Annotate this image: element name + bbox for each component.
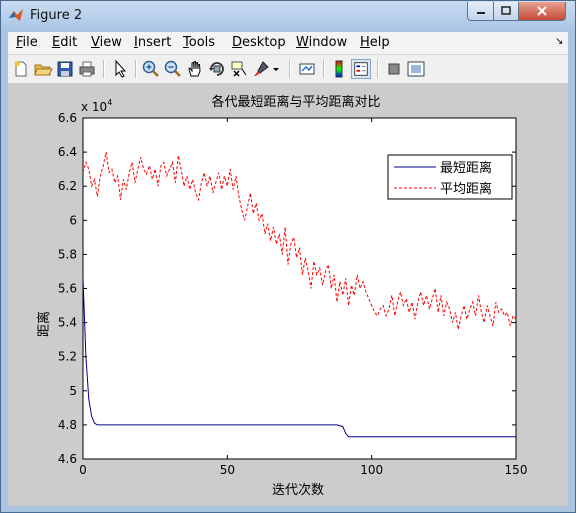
y-tick-label: 6: [69, 213, 77, 227]
menu-file[interactable]: File: [16, 35, 38, 50]
new-figure-icon[interactable]: [11, 59, 31, 79]
menu-insert-rest: nsert: [137, 35, 172, 50]
close-icon: [537, 6, 547, 16]
menu-edit-mnemonic: E: [52, 35, 61, 50]
menu-help-rest: elp: [369, 35, 390, 50]
y-tick-label: 6.6: [58, 111, 77, 125]
figure-client-area: File Edit View Insert Tools Desktop Wind…: [8, 32, 568, 506]
exponent-base: x 10: [81, 100, 107, 114]
open-file-icon[interactable]: [33, 59, 53, 79]
x-tick-label: 0: [79, 463, 87, 477]
menu-window-rest: indow: [308, 35, 348, 50]
exponent-power: 4: [107, 98, 112, 107]
chart-title: 各代最短距离与平均距离对比: [211, 94, 380, 110]
rotate-3d-icon[interactable]: [207, 59, 227, 79]
toolbar-separator: [135, 60, 137, 78]
menu-desktop-mnemonic: D: [232, 35, 243, 50]
maximize-button[interactable]: [493, 2, 519, 21]
y-tick-label: 4.6: [58, 452, 77, 466]
y-tick-label: 5.4: [58, 316, 77, 330]
colorbar-icon[interactable]: [329, 59, 349, 79]
toolbar-separator: [377, 60, 379, 78]
menu-help[interactable]: Help: [360, 35, 390, 50]
figure-toolbar: [8, 55, 568, 84]
x-tick-label: 150: [505, 463, 528, 477]
pan-icon[interactable]: [185, 59, 205, 79]
y-tick-label: 6.4: [58, 145, 77, 159]
menu-window-mnemonic: W: [296, 35, 309, 50]
save-icon[interactable]: [55, 59, 75, 79]
legend[interactable]: 最短距离 平均距离: [387, 154, 513, 200]
menu-view-rest: iew: [99, 35, 122, 50]
y-tick-label: 5: [69, 384, 77, 398]
x-tick-label: 100: [360, 463, 383, 477]
toolbar-separator: [103, 60, 105, 78]
menu-desktop[interactable]: Desktop: [232, 35, 286, 50]
window-title: Figure 2: [30, 8, 83, 23]
menu-window[interactable]: Window: [296, 35, 347, 50]
link-plot-icon[interactable]: [297, 59, 317, 79]
legend-icon[interactable]: [351, 59, 371, 79]
x-tick-label: 50: [220, 463, 235, 477]
matlab-icon: [9, 9, 23, 21]
toolbar-separator: [289, 60, 291, 78]
print-icon[interactable]: [77, 59, 97, 79]
menu-tools-rest: ools: [188, 35, 216, 50]
menu-edit[interactable]: Edit: [52, 35, 77, 50]
exponent-label: x 104: [81, 98, 112, 114]
menu-view-mnemonic: V: [91, 35, 100, 50]
minimize-icon: [476, 12, 485, 14]
close-button[interactable]: [518, 2, 566, 21]
zoom-in-icon[interactable]: [141, 59, 161, 79]
y-axis-label: 距离: [36, 311, 52, 337]
legend-label-average: 平均距离: [440, 181, 492, 197]
dock-arrow-icon[interactable]: ↘: [555, 36, 563, 47]
y-tick-label: 5.8: [58, 247, 77, 261]
menu-help-mnemonic: H: [360, 35, 370, 50]
menu-desktop-rest: esktop: [242, 35, 286, 50]
data-cursor-icon[interactable]: [229, 59, 249, 79]
menu-insert[interactable]: Insert: [134, 35, 171, 50]
y-tick-label: 6.2: [58, 179, 77, 193]
minimize-button[interactable]: [467, 2, 494, 21]
menu-file-rest: ile: [22, 35, 38, 50]
zoom-out-icon[interactable]: [163, 59, 183, 79]
menu-view[interactable]: View: [91, 35, 122, 50]
title-bar[interactable]: Figure 2: [1, 1, 575, 31]
x-axis-label: 迭代次数: [272, 482, 324, 498]
menu-edit-rest: dit: [60, 35, 78, 50]
brush-dropdown-icon[interactable]: [271, 59, 281, 79]
show-plot-tools-icon[interactable]: [406, 59, 426, 79]
y-tick-label: 5.6: [58, 282, 77, 296]
figure-window: Figure 2 File Edit View Insert Tools Des…: [0, 0, 576, 513]
toolbar-separator: [323, 60, 325, 78]
hide-plot-tools-icon[interactable]: [384, 59, 404, 79]
edit-plot-icon[interactable]: [110, 59, 130, 79]
figure-canvas: 0 50 100 150 4.6 4.8 5 5.2 5.4 5.6 5.8 6 6.2 6.4 6.6 各…: [8, 84, 568, 506]
plot-area[interactable]: 0 50 100 150 4.6 4.8 5 5.2 5.4 5.6 5.8 6 6.2 6.4 6.6 各…: [8, 84, 568, 506]
y-tick-label: 5.2: [58, 350, 77, 364]
menu-bar: File Edit View Insert Tools Desktop Wind…: [8, 32, 568, 55]
menu-tools[interactable]: Tools: [183, 35, 215, 50]
brush-icon[interactable]: [251, 59, 271, 79]
maximize-icon: [501, 6, 511, 15]
legend-label-best: 最短距离: [440, 160, 492, 176]
y-tick-label: 4.8: [58, 418, 77, 432]
